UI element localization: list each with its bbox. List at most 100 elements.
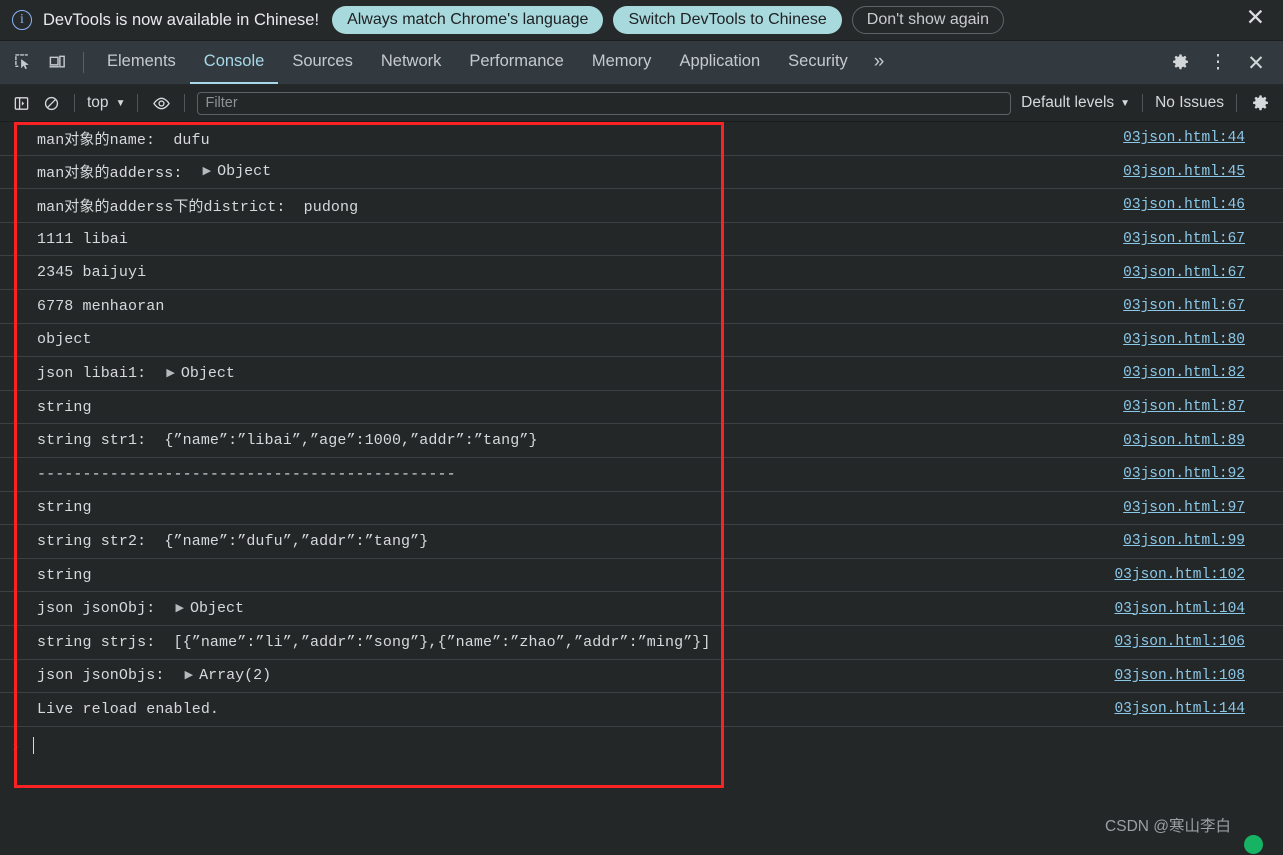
- close-devtools-icon[interactable]: ✕: [1237, 51, 1275, 75]
- disclosure-triangle-icon[interactable]: ▶: [203, 164, 211, 177]
- always-match-chrome-language-button[interactable]: Always match Chrome's language: [332, 6, 604, 34]
- console-toolbar-divider-3: [184, 94, 186, 112]
- console-row[interactable]: string 03json.html:87: [0, 391, 1283, 425]
- console-message-text: man对象的adderss下的district: pudong: [37, 198, 359, 216]
- tab-memory[interactable]: Memory: [578, 41, 666, 84]
- console-message-text: string str2: {”name”:”dufu”,”addr”:”tang…: [37, 532, 429, 550]
- status-dot: [1244, 835, 1263, 854]
- disclosure-triangle-icon[interactable]: ▶: [176, 601, 184, 614]
- source-location-link[interactable]: 03json.html:67: [1123, 231, 1245, 247]
- console-row[interactable]: string str1: {”name”:”libai”,”age”:1000,…: [0, 424, 1283, 458]
- console-row[interactable]: man对象的adderss下的district: pudong 03json.ht…: [0, 189, 1283, 223]
- source-location-link[interactable]: 03json.html:67: [1123, 265, 1245, 281]
- tab-console[interactable]: Console: [189, 41, 279, 84]
- tabbar-divider: [83, 52, 84, 73]
- source-location-link[interactable]: 03json.html:82: [1123, 365, 1245, 381]
- inspect-element-icon[interactable]: [6, 41, 40, 84]
- console-message-text: 6778 menhaoran: [37, 297, 165, 315]
- console-message-text: object: [37, 331, 92, 349]
- console-row[interactable]: object 03json.html:80: [0, 324, 1283, 358]
- switch-devtools-to-chinese-button[interactable]: Switch DevTools to Chinese: [613, 6, 842, 34]
- banner-message: DevTools is now available in Chinese!: [43, 10, 320, 29]
- console-row[interactable]: ----------------------------------------…: [0, 458, 1283, 492]
- log-levels-selector[interactable]: Default levels ▼: [1017, 94, 1134, 112]
- tab-network[interactable]: Network: [367, 41, 456, 84]
- console-message-text: 2345 baijuyi: [37, 264, 147, 282]
- console-row[interactable]: json jsonObjs: ▶ Array(2) 03json.html:108: [0, 660, 1283, 694]
- console-message-text: string strjs: [{”name”:”li”,”addr”:”song…: [37, 633, 711, 651]
- tabbar-spacer: [896, 41, 1142, 84]
- console-message-text: man对象的name: dufu: [37, 131, 210, 149]
- console-rows: man对象的name: dufu 03json.html:44 man对象的adde…: [0, 122, 1283, 806]
- console-row[interactable]: 2345 baijuyi 03json.html:67: [0, 256, 1283, 290]
- source-location-link[interactable]: 03json.html:106: [1114, 634, 1245, 650]
- console-settings-icon[interactable]: [1245, 90, 1275, 116]
- close-icon[interactable]: ✕: [1242, 7, 1269, 33]
- console-message-text: string: [37, 499, 92, 517]
- more-tabs-icon[interactable]: »: [862, 41, 897, 84]
- console-message-text: 1111 libai: [37, 230, 129, 248]
- text-cursor: [33, 736, 34, 754]
- devtools-tabbar: Elements Console Sources Network Perform…: [0, 41, 1283, 85]
- live-expression-icon[interactable]: [146, 90, 176, 116]
- prompt-arrow-icon: ›: [11, 738, 21, 756]
- console-row[interactable]: man对象的adderss: ▶ Object 03json.html:45: [0, 156, 1283, 190]
- source-location-link[interactable]: 03json.html:89: [1123, 433, 1245, 449]
- more-options-icon[interactable]: ⋮: [1199, 53, 1237, 72]
- source-location-link[interactable]: 03json.html:87: [1123, 399, 1245, 415]
- source-location-link[interactable]: 03json.html:144: [1114, 701, 1245, 717]
- tab-elements[interactable]: Elements: [93, 41, 190, 84]
- console-message-text: man对象的adderss:: [37, 165, 201, 183]
- console-message-list[interactable]: man对象的name: dufu 03json.html:44 man对象的adde…: [0, 122, 1283, 806]
- show-console-sidebar-icon[interactable]: [6, 90, 36, 116]
- info-circle-icon: i: [12, 10, 32, 30]
- source-location-link[interactable]: 03json.html:97: [1123, 500, 1245, 516]
- disclosure-triangle-icon[interactable]: ▶: [185, 668, 193, 681]
- tab-application[interactable]: Application: [665, 41, 774, 84]
- source-location-link[interactable]: 03json.html:104: [1114, 601, 1245, 617]
- console-row[interactable]: Live reload enabled. 03json.html:144: [0, 693, 1283, 727]
- source-location-link[interactable]: 03json.html:108: [1114, 668, 1245, 684]
- log-levels-label: Default levels: [1021, 94, 1115, 111]
- filter-input[interactable]: [205, 95, 1004, 111]
- console-row[interactable]: string str2: {”name”:”dufu”,”addr”:”tang…: [0, 525, 1283, 559]
- source-location-link[interactable]: 03json.html:44: [1123, 130, 1245, 146]
- source-location-link[interactable]: 03json.html:45: [1123, 164, 1245, 180]
- clear-console-icon[interactable]: [36, 90, 66, 116]
- console-object-preview[interactable]: Object: [181, 365, 235, 382]
- console-message-text: ----------------------------------------…: [37, 465, 456, 483]
- tabbar-right-controls: ⋮ ✕: [1142, 41, 1283, 84]
- tab-sources[interactable]: Sources: [278, 41, 367, 84]
- console-prompt-row[interactable]: ›: [0, 727, 1283, 771]
- language-banner: i DevTools is now available in Chinese! …: [0, 0, 1283, 41]
- watermark-text: CSDN @寒山李白: [1105, 818, 1231, 835]
- dont-show-again-button[interactable]: Don't show again: [851, 6, 1005, 34]
- filter-input-wrapper[interactable]: [197, 91, 1012, 115]
- tab-security[interactable]: Security: [774, 41, 862, 84]
- console-row[interactable]: 1111 libai 03json.html:67: [0, 223, 1283, 257]
- source-location-link[interactable]: 03json.html:99: [1123, 533, 1245, 549]
- device-toolbar-icon[interactable]: [40, 41, 74, 84]
- source-location-link[interactable]: 03json.html:67: [1123, 298, 1245, 314]
- tab-performance[interactable]: Performance: [455, 41, 577, 84]
- execution-context-selector[interactable]: top ▼: [83, 94, 129, 112]
- console-row[interactable]: string 03json.html:97: [0, 492, 1283, 526]
- console-row[interactable]: man对象的name: dufu 03json.html:44: [0, 122, 1283, 156]
- console-message-text: string str1: {”name”:”libai”,”age”:1000,…: [37, 432, 538, 450]
- disclosure-triangle-icon[interactable]: ▶: [166, 366, 174, 379]
- console-row[interactable]: string strjs: [{”name”:”li”,”addr”:”song…: [0, 626, 1283, 660]
- console-row[interactable]: string 03json.html:102: [0, 559, 1283, 593]
- console-object-preview[interactable]: Object: [217, 163, 271, 180]
- console-row[interactable]: json libai1: ▶ Object 03json.html:82: [0, 357, 1283, 391]
- console-row[interactable]: 6778 menhaoran 03json.html:67: [0, 290, 1283, 324]
- issues-button[interactable]: No Issues: [1151, 94, 1228, 112]
- chevron-down-icon: ▼: [115, 97, 126, 109]
- source-location-link[interactable]: 03json.html:80: [1123, 332, 1245, 348]
- console-object-preview[interactable]: Array(2): [199, 667, 271, 684]
- console-object-preview[interactable]: Object: [190, 600, 244, 617]
- source-location-link[interactable]: 03json.html:46: [1123, 197, 1245, 213]
- source-location-link[interactable]: 03json.html:102: [1114, 567, 1245, 583]
- console-row[interactable]: json jsonObj: ▶ Object 03json.html:104: [0, 592, 1283, 626]
- gear-icon[interactable]: [1161, 53, 1199, 72]
- source-location-link[interactable]: 03json.html:92: [1123, 466, 1245, 482]
